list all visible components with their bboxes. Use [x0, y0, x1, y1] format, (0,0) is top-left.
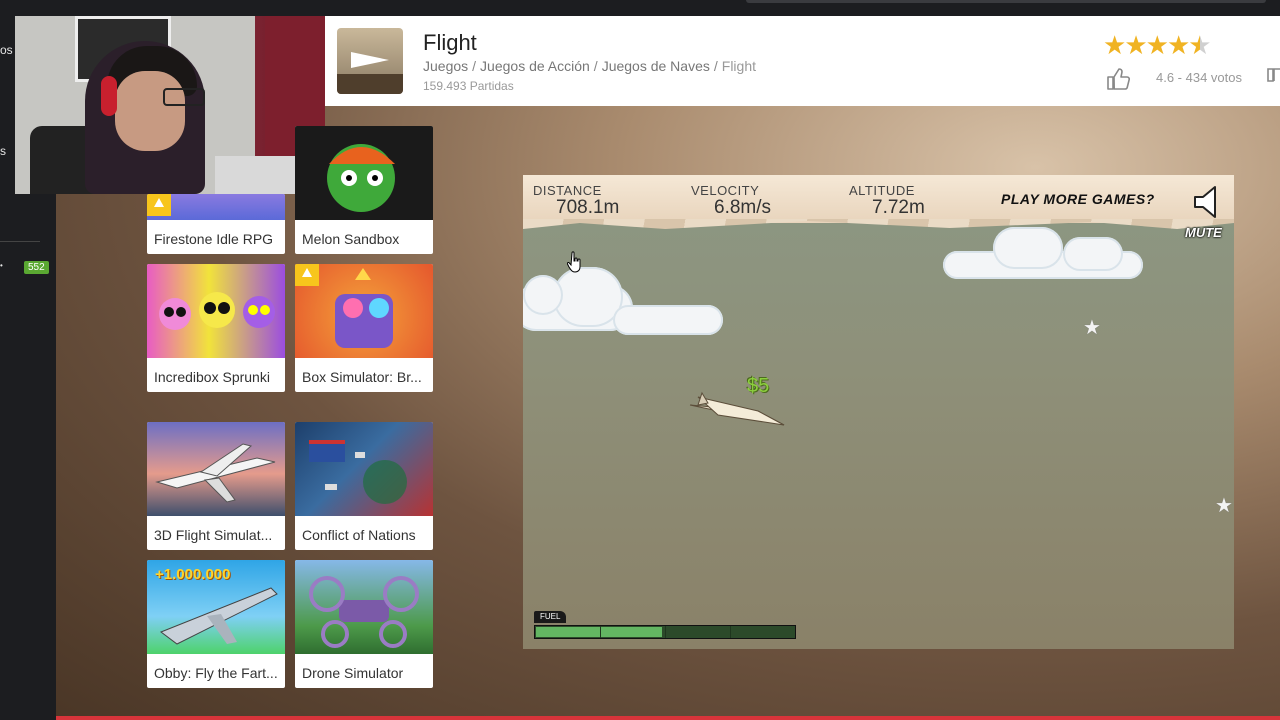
nav-text-fragment[interactable]: s	[0, 144, 6, 158]
distance-label: DISTANCE	[533, 183, 602, 198]
new-badge-icon	[147, 194, 171, 216]
speaker-icon[interactable]	[1191, 185, 1225, 219]
thumbs-up-icon[interactable]	[1105, 66, 1131, 92]
breadcrumb-link[interactable]: Juegos de Acción	[480, 58, 590, 74]
altitude-value: 7.72m	[872, 197, 925, 218]
game-card-label: Melon Sandbox	[302, 231, 400, 247]
game-card-image	[147, 422, 285, 516]
game-card[interactable]: 3D Flight Simulat...	[147, 422, 285, 550]
game-card-label: Incredibox Sprunki	[154, 369, 270, 385]
bottom-accent-bar	[56, 716, 1280, 720]
game-card-label: Conflict of Nations	[302, 527, 416, 543]
hud-torn-edge	[523, 219, 1234, 229]
fuel-fill	[536, 627, 662, 637]
new-badge-icon	[295, 264, 319, 286]
star-icon: ★	[1145, 30, 1169, 60]
game-card[interactable]: Conflict of Nations	[295, 422, 433, 550]
play-more-games-button[interactable]: PLAY MORE GAMES?	[1001, 191, 1155, 207]
game-card-image	[295, 560, 433, 654]
game-card-image	[147, 264, 285, 358]
star-icon: ★	[1124, 30, 1147, 60]
game-card[interactable]: Drone Simulator	[295, 560, 433, 688]
game-card[interactable]: +1.000.000 Obby: Fly the Fart...	[147, 560, 285, 688]
star-icon: ★	[1103, 30, 1126, 60]
breadcrumb-link[interactable]: Juegos	[423, 58, 468, 74]
page-title: Flight	[423, 30, 477, 55]
play-count: 159.493 Partidas	[423, 79, 514, 93]
money-pickup-text: $5	[747, 375, 770, 397]
game-card[interactable]: Firestone Idle RPG	[147, 194, 285, 254]
nav-divider	[0, 241, 40, 242]
top-strip	[56, 0, 1280, 16]
breadcrumb: Juegos / Juegos de Acción / Juegos de Naves /…	[423, 58, 756, 74]
star-icon: ★	[1215, 495, 1233, 517]
game-card-image	[295, 422, 433, 516]
paper-plane	[689, 391, 785, 426]
game-card-label: 3D Flight Simulat...	[154, 527, 273, 543]
rating-text: 4.6 - 434 votos	[1156, 70, 1242, 85]
game-card-label: Firestone Idle RPG	[154, 231, 274, 247]
velocity-label: VELOCITY	[691, 183, 760, 198]
star-icon: ★	[1188, 30, 1211, 60]
breadcrumb-current: Flight	[721, 58, 756, 74]
count-badge: 552	[24, 261, 49, 274]
game-header: Flight Juegos / Juegos de Acción / Juegos de…	[325, 16, 1280, 106]
cursor-hand-icon	[567, 251, 581, 273]
card-text-art: +1.000.000	[155, 566, 231, 583]
rating-stars[interactable]: ★★★★★	[1103, 30, 1212, 61]
fuel-bar	[534, 625, 796, 639]
distance-value: 708.1m	[556, 197, 620, 218]
altitude-label: ALTITUDE	[849, 183, 915, 198]
star-icon: ★	[1083, 317, 1101, 339]
game-thumbnail[interactable]	[337, 28, 403, 94]
fuel-label: FUEL	[534, 611, 567, 623]
game-card[interactable]: Box Simulator: Br...	[295, 264, 433, 392]
mute-button[interactable]: MUTE	[1185, 225, 1222, 240]
fuel-gauge: FUEL	[534, 611, 796, 639]
breadcrumb-link[interactable]: Juegos de Naves	[602, 58, 710, 74]
thumbs-down-icon[interactable]	[1265, 66, 1280, 92]
game-card[interactable]: Melon Sandbox	[295, 126, 433, 254]
game-card-label: Box Simulator: Br...	[302, 369, 422, 385]
game-card-image: +1.000.000	[147, 560, 285, 654]
game-card-image	[295, 126, 433, 220]
game-card-label: Drone Simulator	[302, 665, 404, 681]
address-bar-edge	[746, 0, 1266, 3]
game-card[interactable]: Incredibox Sprunki	[147, 264, 285, 392]
webcam-overlay	[15, 16, 325, 194]
star-icon: ★	[1166, 30, 1190, 60]
nav-bullet: •	[0, 261, 3, 270]
game-card-label: Obby: Fly the Fart...	[154, 665, 278, 681]
game-canvas[interactable]: DISTANCE 708.1m VELOCITY 6.8m/s ALTITUDE…	[523, 175, 1234, 649]
nav-text-fragment[interactable]: os	[0, 43, 13, 57]
velocity-value: 6.8m/s	[714, 197, 772, 218]
